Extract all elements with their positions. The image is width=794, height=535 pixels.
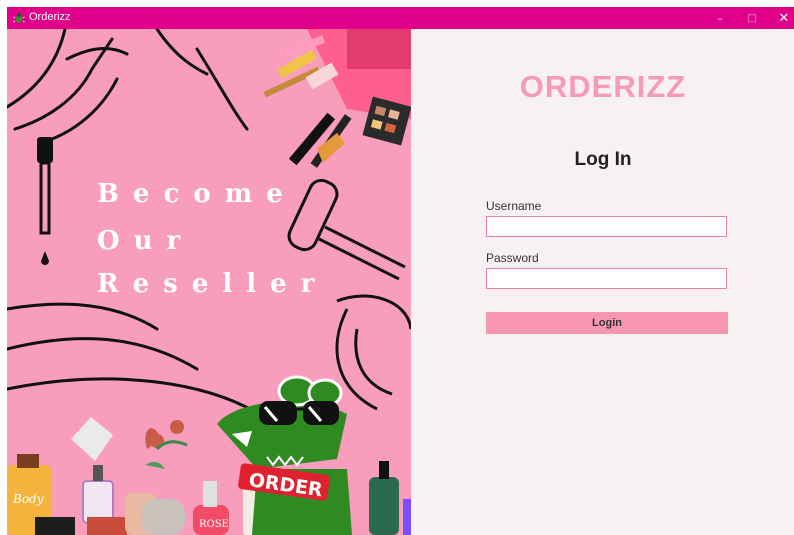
window-title: Orderizz	[29, 11, 71, 23]
promo-illustration: Body ROSE ORDER Become Our Reseller	[7, 29, 411, 535]
password-input[interactable]	[486, 268, 727, 289]
promo-line-our: Our	[97, 226, 195, 256]
username-label: Username	[486, 199, 542, 213]
login-heading: Log In	[574, 149, 632, 170]
app-window: Orderizz – □ ✕ Body ROSE ORDER Become Ou…	[7, 7, 794, 535]
promo-line-reseller: Reseller	[97, 269, 329, 299]
password-label: Password	[486, 251, 539, 265]
svg-text:ROSE: ROSE	[199, 519, 229, 530]
username-input[interactable]	[486, 216, 727, 237]
maximize-button[interactable]: □	[736, 7, 768, 29]
minimize-button[interactable]: –	[704, 7, 736, 29]
bug-app-icon	[13, 13, 25, 23]
login-button[interactable]: Login	[486, 312, 728, 334]
brand-logo: ORDERIZZ	[519, 69, 687, 104]
title-bar[interactable]: Orderizz – □ ✕	[7, 7, 794, 29]
close-button[interactable]: ✕	[768, 7, 794, 29]
promo-line-become: Become	[97, 179, 297, 209]
svg-text:Body: Body	[12, 492, 44, 506]
